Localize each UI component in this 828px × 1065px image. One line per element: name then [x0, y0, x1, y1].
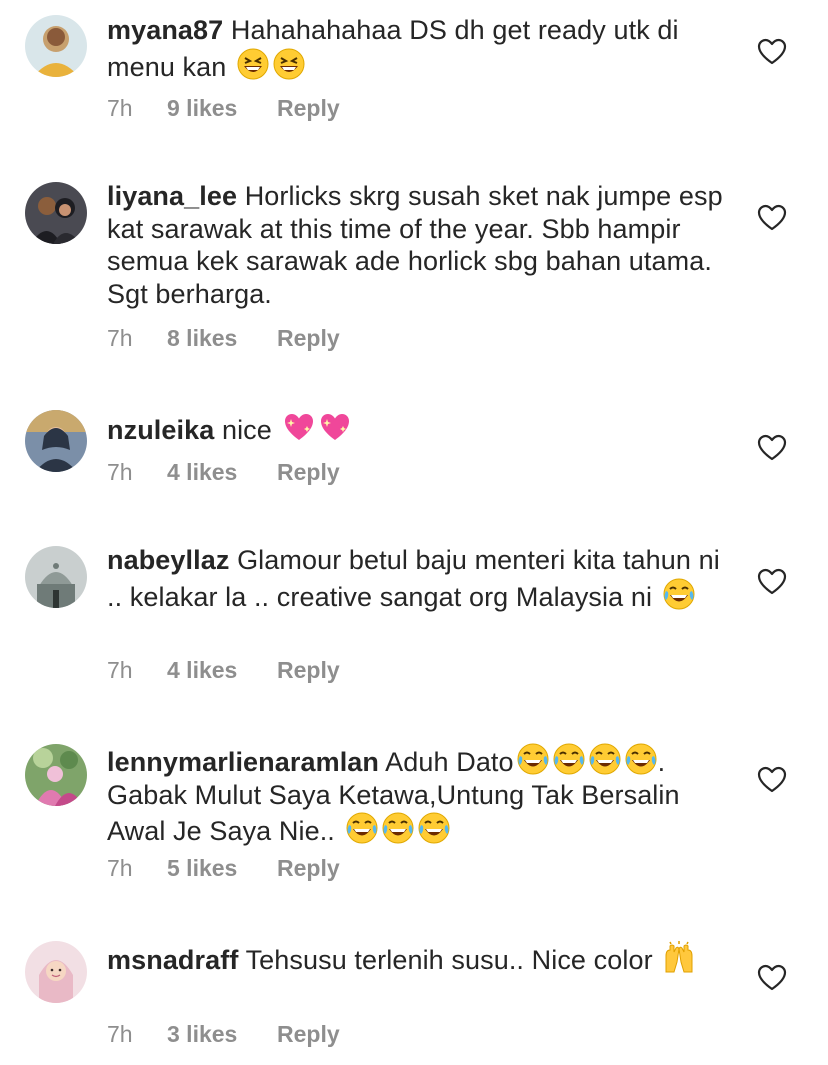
sparkling-heart-icon	[282, 410, 316, 444]
like-heart-icon[interactable]	[757, 568, 787, 596]
comment-username[interactable]: myana87	[107, 15, 223, 45]
comment-likes[interactable]: 4 likes	[167, 459, 277, 486]
tears-of-joy-icon	[345, 811, 379, 845]
comment-text: nice	[221, 415, 272, 445]
like-heart-icon[interactable]	[757, 38, 787, 66]
comment-username[interactable]: msnadraff	[107, 945, 238, 975]
tears-of-joy-icon	[552, 742, 586, 776]
comment-likes[interactable]: 8 likes	[167, 325, 277, 352]
comment-username[interactable]: liyana_lee	[107, 181, 237, 211]
like-heart-icon[interactable]	[757, 204, 787, 232]
comment-body: msnadraff Tehsusu terlenih susu.. Nice c…	[107, 940, 727, 977]
reply-button[interactable]: Reply	[277, 95, 340, 122]
avatar[interactable]	[25, 15, 87, 77]
reply-button[interactable]: Reply	[277, 855, 340, 882]
tears-of-joy-icon	[662, 577, 696, 611]
comment-body: myana87 Hahahahahaa DS dh get ready utk …	[107, 14, 727, 83]
comment-username[interactable]: nzuleika	[107, 415, 214, 445]
comment-meta: 7h 5 likes Reply	[107, 855, 340, 882]
tears-of-joy-icon	[381, 811, 415, 845]
comment-time: 7h	[107, 1021, 133, 1047]
comment-meta: 7h 4 likes Reply	[107, 657, 340, 684]
comment-text: Aduh Dato	[385, 747, 514, 777]
avatar[interactable]	[25, 410, 87, 472]
comment-likes[interactable]: 4 likes	[167, 657, 277, 684]
reply-button[interactable]: Reply	[277, 325, 340, 352]
comment-body: nabeyllaz Glamour betul baju menteri kit…	[107, 544, 727, 613]
tears-of-joy-icon	[516, 742, 550, 776]
grinning-squint-face-icon	[236, 47, 270, 81]
comment-time: 7h	[107, 325, 133, 351]
reply-button[interactable]: Reply	[277, 459, 340, 486]
comment-time: 7h	[107, 95, 133, 121]
comment-time: 7h	[107, 855, 133, 881]
comment-body: nzuleika nice	[107, 410, 727, 447]
avatar[interactable]	[25, 941, 87, 1003]
comment-likes[interactable]: 3 likes	[167, 1021, 277, 1048]
reply-button[interactable]: Reply	[277, 1021, 340, 1048]
comment-body: liyana_lee Horlicks skrg susah sket nak …	[107, 180, 727, 310]
comment-time: 7h	[107, 459, 133, 485]
tears-of-joy-icon	[624, 742, 658, 776]
comment-likes[interactable]: 9 likes	[167, 95, 277, 122]
comment-body: lennymarlienaramlan Aduh Dato . Gabak Mu…	[107, 742, 727, 848]
like-heart-icon[interactable]	[757, 434, 787, 462]
avatar[interactable]	[25, 182, 87, 244]
comment-time: 7h	[107, 657, 133, 683]
reply-button[interactable]: Reply	[277, 657, 340, 684]
comment-meta: 7h 9 likes Reply	[107, 95, 340, 122]
comment-username[interactable]: nabeyllaz	[107, 545, 229, 575]
comment-likes[interactable]: 5 likes	[167, 855, 277, 882]
comment-meta: 7h 3 likes Reply	[107, 1021, 340, 1048]
avatar[interactable]	[25, 744, 87, 806]
grinning-squint-face-icon	[272, 47, 306, 81]
comment-username[interactable]: lennymarlienaramlan	[107, 747, 379, 777]
comment-text: Tehsusu terlenih susu.. Nice color	[245, 945, 653, 975]
like-heart-icon[interactable]	[757, 766, 787, 794]
like-heart-icon[interactable]	[757, 964, 787, 992]
avatar[interactable]	[25, 546, 87, 608]
tears-of-joy-icon	[417, 811, 451, 845]
tears-of-joy-icon	[588, 742, 622, 776]
comment-meta: 7h 4 likes Reply	[107, 459, 340, 486]
comment-meta: 7h 8 likes Reply	[107, 325, 340, 352]
raising-hands-icon	[662, 940, 696, 974]
sparkling-heart-icon	[318, 410, 352, 444]
